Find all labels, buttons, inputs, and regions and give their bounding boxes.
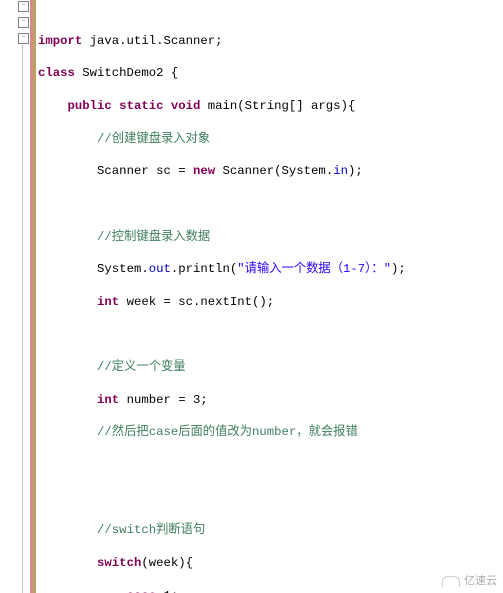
indent (38, 425, 97, 439)
code-line[interactable]: //然后把case后面的值改为number，就会报错 (38, 424, 503, 440)
code-line[interactable]: //创建键盘录入对象 (38, 131, 503, 147)
code-text: Scanner(System. (215, 164, 333, 178)
indent (38, 132, 97, 146)
code-line[interactable]: class SwitchDemo2 { (38, 65, 503, 81)
fold-toggle-icon[interactable]: - (18, 33, 29, 44)
code-text: java.util.Scanner; (82, 34, 222, 48)
indent (38, 262, 97, 276)
code-line[interactable]: public static void main(String[] args){ (38, 98, 503, 114)
code-line[interactable]: System.out.println("请输入一个数据（1-7）："); (38, 261, 503, 277)
keyword: int (97, 295, 119, 309)
fold-strip: - - - (18, 0, 30, 593)
keyword: import (38, 34, 82, 48)
comment: //switch判断语句 (97, 523, 205, 537)
code-text: number = (119, 393, 193, 407)
code-text: ); (348, 164, 363, 178)
indent (38, 295, 97, 309)
code-line[interactable]: import java.util.Scanner; (38, 33, 503, 49)
indent (38, 360, 97, 374)
code-text: : (171, 589, 178, 593)
comment: //创建键盘录入对象 (97, 132, 210, 146)
fold-toggle-icon[interactable]: - (18, 17, 29, 28)
keyword: class (38, 66, 75, 80)
code-line[interactable] (38, 457, 503, 473)
code-line[interactable] (38, 196, 503, 212)
code-line[interactable]: switch(week){ (38, 555, 503, 571)
code-text: .println( (171, 262, 237, 276)
code-text: (week){ (141, 556, 193, 570)
code-line[interactable]: //定义一个变量 (38, 359, 503, 375)
code-line[interactable]: int week = sc.nextInt(); (38, 294, 503, 310)
comment: //控制键盘录入数据 (97, 230, 210, 244)
indent (38, 556, 97, 570)
field: out (149, 262, 171, 276)
number: 1 (163, 589, 170, 593)
string: "请输入一个数据（1-7）：" (237, 262, 391, 276)
indent (38, 589, 127, 593)
code-text: System. (97, 262, 149, 276)
code-text: week = sc.nextInt(); (119, 295, 274, 309)
code-line[interactable]: //switch判断语句 (38, 522, 503, 538)
indent (38, 523, 97, 537)
code-area[interactable]: import java.util.Scanner; class SwitchDe… (38, 0, 503, 593)
keyword: public static void (68, 99, 201, 113)
change-marker (33, 0, 36, 593)
gutter (0, 0, 19, 593)
keyword: switch (97, 556, 141, 570)
code-line[interactable]: case 1: (38, 588, 503, 593)
code-text: Scanner sc = (97, 164, 193, 178)
indent (38, 164, 97, 178)
code-text: SwitchDemo2 { (75, 66, 178, 80)
indent (38, 230, 97, 244)
code-line[interactable] (38, 490, 503, 506)
comment: //定义一个变量 (97, 360, 186, 374)
code-line[interactable]: //控制键盘录入数据 (38, 229, 503, 245)
code-editor[interactable]: - - - import java.util.Scanner; class Sw… (0, 0, 503, 593)
code-text: main(String[] args){ (200, 99, 355, 113)
code-line[interactable]: int number = 3; (38, 392, 503, 408)
fold-rail (22, 45, 23, 593)
fold-toggle-icon[interactable]: - (18, 1, 29, 12)
code-text: ); (391, 262, 406, 276)
indent (38, 99, 68, 113)
comment: //然后把case后面的值改为number，就会报错 (97, 425, 358, 439)
code-line[interactable] (38, 326, 503, 342)
keyword: new (193, 164, 215, 178)
keyword: case (127, 589, 157, 593)
code-line[interactable]: Scanner sc = new Scanner(System.in); (38, 163, 503, 179)
keyword: int (97, 393, 119, 407)
field: in (333, 164, 348, 178)
indent (38, 393, 97, 407)
code-text: ; (200, 393, 207, 407)
